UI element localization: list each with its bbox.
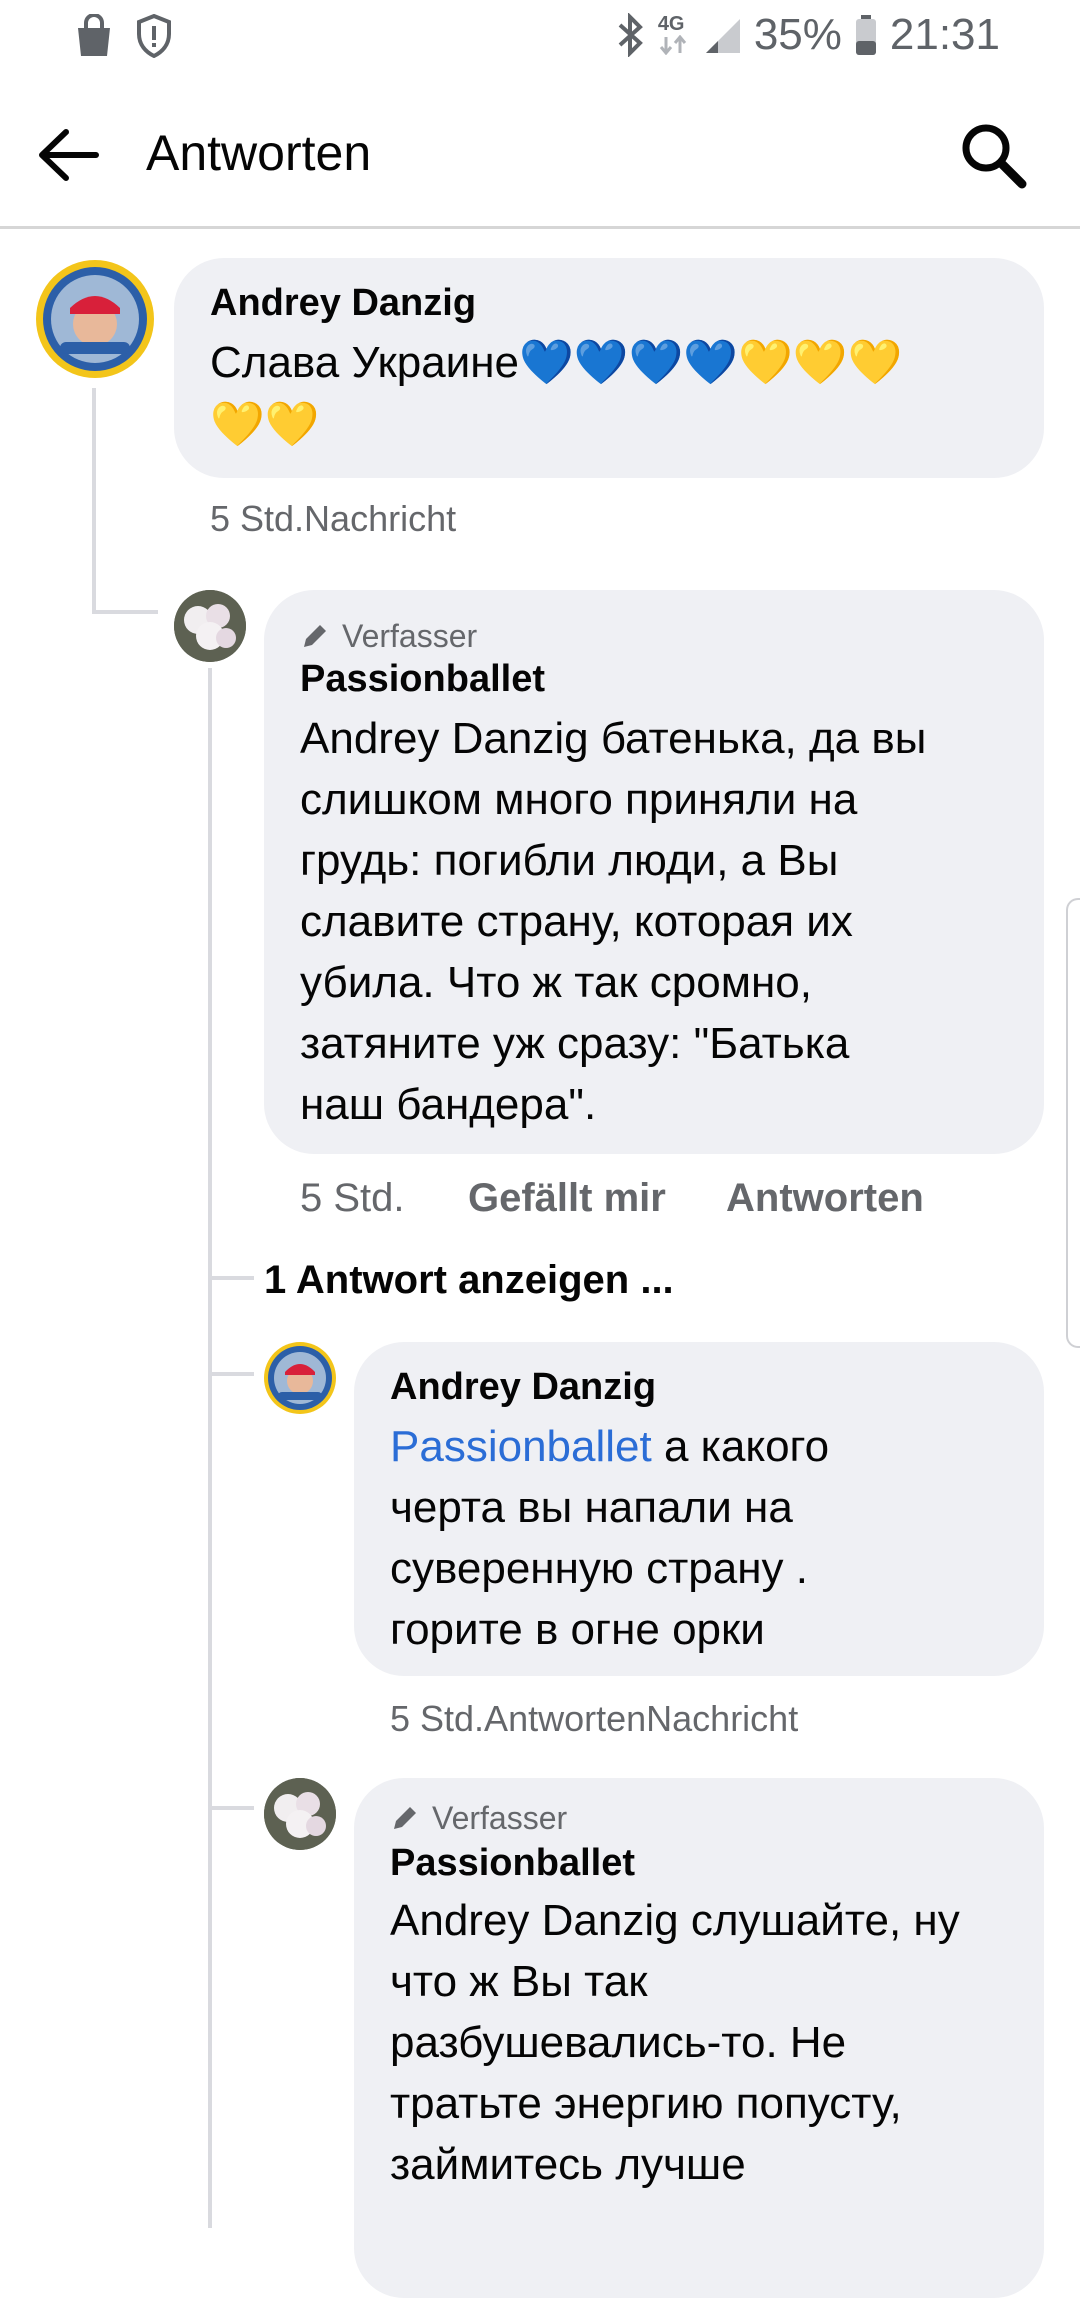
reply-button[interactable]: Antworten <box>726 1176 924 1221</box>
arrow-left-icon[interactable] <box>34 120 104 190</box>
thread-line <box>208 1276 254 1280</box>
reply-bubble[interactable]: Andrey Danzig Passionballet а какого чер… <box>354 1342 1044 1676</box>
thread-line <box>208 1806 254 1810</box>
pencil-icon <box>394 1807 416 1829</box>
scrollbar[interactable] <box>1066 898 1080 1348</box>
comment-text: Andrey Danzig батенька, да вы слишком мн… <box>300 714 927 1129</box>
comment-author[interactable]: Andrey Danzig <box>210 282 476 325</box>
reply-author[interactable]: Passionballet <box>390 1842 635 1885</box>
reply-meta[interactable]: 5 Std.AntwortenNachricht <box>390 1698 798 1740</box>
battery-percent: 35% <box>753 10 842 59</box>
battery-icon <box>855 15 876 55</box>
comment-bubble[interactable]: Verfasser Passionballet Andrey Danzig ба… <box>264 590 1044 1154</box>
show-replies-link[interactable]: 1 Antwort anzeigen ... <box>264 1258 674 1303</box>
mobile-data-icon: 4G <box>656 13 692 57</box>
signal-icon <box>705 19 740 53</box>
shield-alert-icon <box>137 14 171 58</box>
thread-line <box>208 1372 254 1376</box>
pencil-icon <box>304 625 326 647</box>
thread-line <box>92 388 96 614</box>
reply-bubble[interactable]: Verfasser Passionballet Andrey Danzig сл… <box>354 1778 1044 2298</box>
shopping-bag-icon <box>78 14 110 56</box>
avatar[interactable] <box>264 1778 336 1850</box>
comment-text: Слава Украине💙💙💙💙💛💛💛 <box>210 338 903 387</box>
mention-link[interactable]: Passionballet <box>390 1422 652 1471</box>
like-button[interactable]: Gefällt mir <box>468 1176 666 1221</box>
avatar[interactable] <box>264 1342 336 1414</box>
reply-author[interactable]: Andrey Danzig <box>390 1366 656 1409</box>
app-bar: Antworten <box>0 80 1080 229</box>
thread-line <box>92 610 158 614</box>
avatar[interactable] <box>36 260 154 378</box>
comment-meta[interactable]: 5 Std.Nachricht <box>210 498 456 540</box>
bluetooth-icon <box>618 13 643 57</box>
author-badge: Verfasser <box>300 616 477 656</box>
author-badge: Verfasser <box>390 1798 567 1838</box>
status-bar: 4G 35% 21:31 <box>0 0 1080 72</box>
page-title: Antworten <box>146 125 372 181</box>
comment-bubble[interactable]: Andrey Danzig Слава Украине💙💙💙💙💛💛💛 💛💛 <box>174 258 1044 478</box>
avatar[interactable] <box>174 590 246 662</box>
comment-text: 💛💛 <box>210 400 320 449</box>
search-icon[interactable] <box>956 118 1030 192</box>
comment-time: 5 Std. <box>300 1176 405 1220</box>
reply-text: Andrey Danzig слушайте, ну что ж Вы так … <box>390 1896 960 2189</box>
comment-author[interactable]: Passionballet <box>300 658 545 701</box>
thread-line <box>208 668 212 2228</box>
clock: 21:31 <box>889 10 1000 59</box>
reply-text: Passionballet а какого черта вы напали н… <box>390 1422 830 1654</box>
